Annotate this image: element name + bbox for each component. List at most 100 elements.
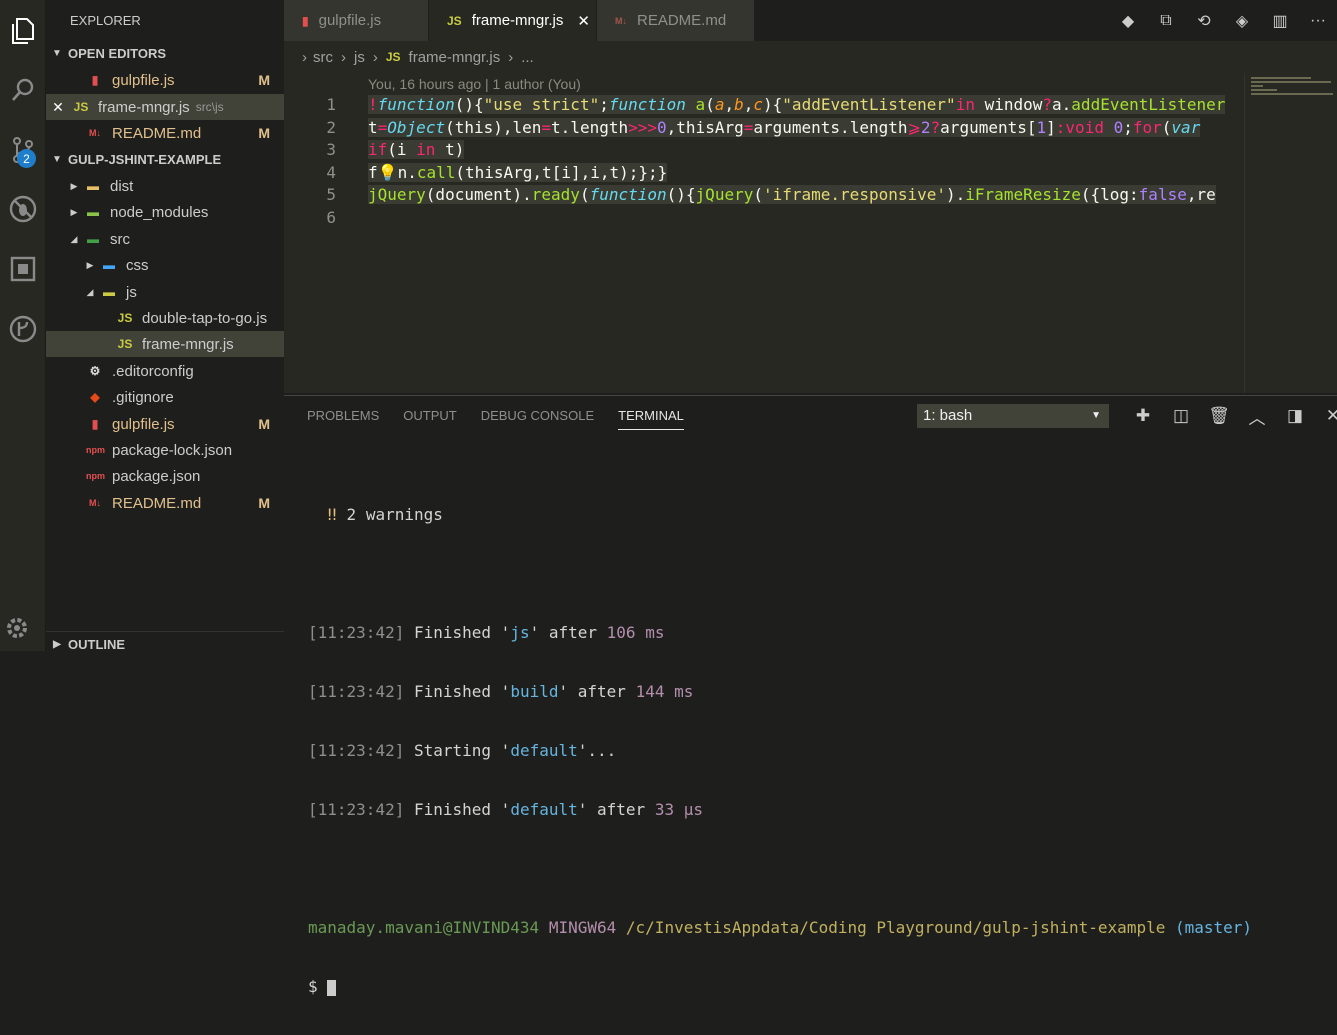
maximize-panel-icon[interactable]: ︿: [1238, 404, 1276, 429]
git-commit-icon[interactable]: ◈: [1223, 11, 1261, 31]
git-graph-icon[interactable]: [0, 306, 46, 352]
breadcrumb-file[interactable]: frame-mngr.js: [409, 49, 501, 66]
tab-gulpfile[interactable]: ▮ gulpfile.js: [284, 0, 429, 41]
split-terminal-icon[interactable]: ◫: [1162, 406, 1200, 426]
outline-label: OUTLINE: [68, 636, 126, 652]
npm-icon: npm: [86, 445, 105, 455]
open-editors-label: OPEN EDITORS: [68, 46, 167, 61]
breadcrumb: › src › js › JS frame-mngr.js › ...: [284, 41, 1337, 73]
tree-item-js[interactable]: ◢ ▬ js: [46, 279, 284, 305]
project-header[interactable]: ▼ GULP-JSHINT-EXAMPLE: [46, 147, 284, 172]
new-terminal-icon[interactable]: ✚: [1124, 406, 1162, 426]
gulp-icon: ▮: [91, 73, 99, 87]
chevron-down-icon: ▼: [52, 48, 62, 59]
tree-item-dist[interactable]: ▶ ▬ dist: [46, 173, 284, 199]
scm-badge: 2: [17, 149, 36, 168]
panel-tabs: PROBLEMS OUTPUT DEBUG CONSOLE TERMINAL: [307, 408, 708, 430]
tree-item-node-modules[interactable]: ▶ ▬ node_modules: [46, 199, 284, 225]
panel-layout-icon[interactable]: ◨: [1276, 406, 1314, 426]
npm-icon: npm: [86, 471, 105, 481]
open-changes-icon[interactable]: ⧉: [1147, 12, 1185, 30]
tree-item-package-lock[interactable]: npm package-lock.json: [46, 437, 284, 463]
tab-frame-mngr[interactable]: JS frame-mngr.js ✕: [429, 0, 597, 41]
terminal-line: [11:23:42] Starting 'default'...: [308, 741, 617, 760]
warning-icon: ‼: [327, 505, 337, 524]
chevron-right-icon: ▶: [70, 180, 78, 191]
tab-debug-console[interactable]: DEBUG CONSOLE: [481, 408, 594, 430]
chevron-right-icon: ▶: [86, 259, 94, 270]
close-panel-icon[interactable]: ✕: [1314, 406, 1337, 426]
tree-item-gitignore[interactable]: ◆ .gitignore: [46, 384, 284, 410]
markdown-icon: M↓: [89, 128, 101, 138]
extensions-icon[interactable]: [0, 246, 46, 292]
editorconfig-icon: ⚙: [89, 364, 101, 378]
trash-icon[interactable]: 🗑: [1200, 406, 1238, 426]
terminal-line: [11:23:42] Finished 'js' after 106 ms: [308, 623, 665, 642]
terminal-output[interactable]: ‼ 2 warnings [11:23:42] Finished 'js' af…: [308, 466, 1252, 1035]
activity-bar: 2: [0, 0, 46, 651]
code-line: f💡n.call(thisArg,t[i],i,t);};}: [368, 162, 668, 182]
code-editor[interactable]: You, 16 hours ago | 1 author (You) 1 2 3…: [284, 73, 1337, 393]
breadcrumb-more[interactable]: ...: [521, 49, 534, 66]
folder-icon: ▬: [87, 179, 99, 193]
tree-item-readme[interactable]: M↓ README.md M: [46, 490, 284, 516]
tree-item-package-json[interactable]: npm package.json: [46, 463, 284, 489]
tab-terminal[interactable]: TERMINAL: [618, 408, 684, 430]
open-editor-frame-mngr[interactable]: ✕ JS frame-mngr.js src\js: [46, 94, 284, 120]
search-icon[interactable]: [0, 67, 46, 113]
terminal-cursor: [327, 979, 337, 996]
open-editor-readme[interactable]: M↓ README.md M: [46, 120, 284, 146]
breadcrumb-chevron-icon: ›: [341, 48, 346, 66]
code-line: jQuery(document).ready(function(){jQuery…: [368, 185, 1216, 205]
git-icon: ◆: [90, 390, 100, 404]
chevron-down-icon: ▼: [1091, 410, 1101, 421]
code-content[interactable]: !function(){"use strict";function a(a,b,…: [368, 94, 1244, 230]
gear-icon[interactable]: [4, 615, 30, 646]
open-editor-gulpfile[interactable]: ▮ gulpfile.js M: [46, 67, 284, 93]
close-icon[interactable]: ✕: [46, 99, 70, 116]
code-line: !function(){"use strict";function a(a,b,…: [368, 95, 1226, 114]
terminal-input-line[interactable]: $: [308, 976, 1252, 997]
explorer-sidebar: EXPLORER ▼ OPEN EDITORS ▮ gulpfile.js M …: [46, 0, 284, 651]
lightbulb-icon[interactable]: 💡: [378, 163, 398, 182]
more-actions-icon[interactable]: ···: [1299, 12, 1337, 30]
css-folder-icon: ▬: [103, 258, 115, 272]
terminal-line: ‼ 2 warnings: [327, 505, 443, 524]
close-icon[interactable]: ✕: [577, 12, 590, 30]
codelens-blame[interactable]: You, 16 hours ago | 1 author (You): [368, 76, 581, 92]
code-line: t=Object(this),len=t.length>>>0,thisArg=…: [368, 117, 1201, 137]
tree-item-css[interactable]: ▶ ▬ css: [46, 252, 284, 278]
tab-problems[interactable]: PROBLEMS: [307, 408, 379, 430]
open-editors-header[interactable]: ▼ OPEN EDITORS: [46, 41, 284, 66]
previous-change-icon[interactable]: ⟲: [1185, 11, 1223, 31]
tree-item-src[interactable]: ◢ ▬ src: [46, 226, 284, 252]
tab-readme[interactable]: M↓ README.md: [597, 0, 755, 41]
breadcrumb-js[interactable]: js: [354, 49, 365, 66]
tab-output[interactable]: OUTPUT: [403, 408, 456, 430]
gulp-icon: ▮: [302, 13, 309, 28]
git-compare-icon[interactable]: ◆: [1109, 11, 1147, 31]
terminal-select[interactable]: 1: bash ▼: [917, 404, 1109, 428]
chevron-down-icon: ◢: [86, 286, 94, 297]
project-label: GULP-JSHINT-EXAMPLE: [68, 152, 222, 167]
minimap[interactable]: [1244, 73, 1337, 393]
js-file-icon: JS: [447, 13, 462, 28]
tree-item-frame-mngr[interactable]: JS frame-mngr.js: [46, 331, 284, 357]
editor-tabs: ▮ gulpfile.js JS frame-mngr.js ✕ M↓ READ…: [284, 0, 1337, 41]
js-file-icon: JS: [73, 100, 89, 114]
chevron-down-icon: ▼: [52, 154, 62, 165]
debug-icon[interactable]: [0, 186, 46, 232]
bottom-panel: PROBLEMS OUTPUT DEBUG CONSOLE TERMINAL 1…: [284, 395, 1337, 996]
node-folder-icon: ▬: [87, 205, 99, 219]
panel-actions: ✚ ◫ 🗑 ︿ ◨ ✕: [1124, 404, 1337, 428]
terminal-prompt: manaday.mavani@INVIND434 MINGW64 /c/Inve…: [308, 918, 1253, 937]
tree-item-editorconfig[interactable]: ⚙ .editorconfig: [46, 358, 284, 384]
tree-item-double-tap[interactable]: JS double-tap-to-go.js: [46, 305, 284, 331]
breadcrumb-src[interactable]: src: [313, 49, 333, 66]
split-editor-icon[interactable]: ▥: [1261, 11, 1299, 31]
outline-header[interactable]: ▶ OUTLINE: [46, 631, 284, 651]
files-icon[interactable]: [0, 8, 46, 54]
tree-item-gulpfile[interactable]: ▮ gulpfile.js M: [46, 411, 284, 437]
chevron-right-icon: ▶: [53, 638, 61, 650]
